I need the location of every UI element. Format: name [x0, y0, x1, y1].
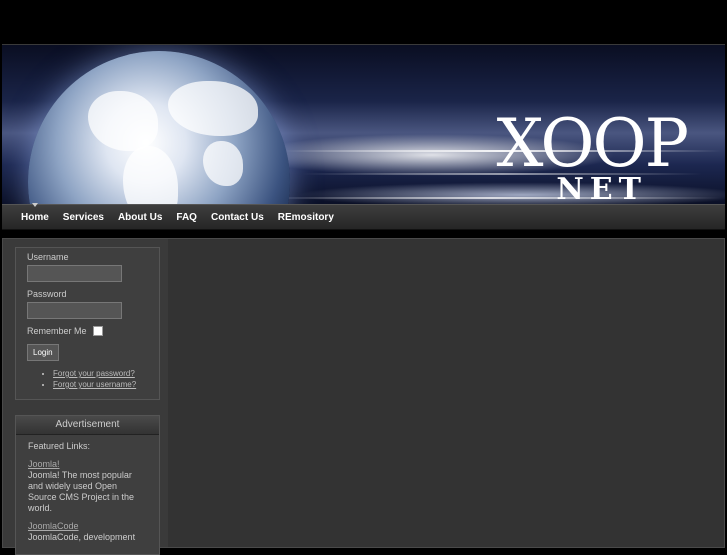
password-label: Password [27, 289, 67, 299]
list-item: Forgot your username? [53, 380, 148, 389]
featured-links-label: Featured Links: [28, 441, 91, 451]
globe-image [28, 51, 290, 205]
continent-shape [203, 141, 243, 186]
nav-item-services[interactable]: Services [56, 212, 111, 223]
username-label: Username [27, 252, 69, 262]
password-input[interactable] [27, 302, 122, 319]
login-module: Username Password Remember Me Login Forg… [15, 247, 160, 400]
site-logo[interactable]: XOOP NET [496, 105, 689, 205]
nav-item-faq[interactable]: FAQ [169, 212, 204, 223]
ad-description: JoomlaCode, development [28, 532, 136, 542]
nav-item-about-us[interactable]: About Us [111, 212, 169, 223]
header-banner: XOOP NET [2, 44, 725, 205]
ad-link-joomlacode[interactable]: JoomlaCode [28, 521, 147, 532]
nav-item-remository[interactable]: REmository [271, 212, 341, 223]
ad-description: Joomla! The most popular and widely used… [28, 470, 135, 513]
nav-item-contact-us[interactable]: Contact Us [204, 212, 271, 223]
remember-me-checkbox[interactable] [92, 326, 103, 336]
ad-link-joomla[interactable]: Joomla! [28, 459, 147, 470]
list-item: Forgot your password? [53, 369, 148, 378]
advertisement-title: Advertisement [16, 416, 159, 435]
forgot-username-link[interactable]: Forgot your username? [53, 380, 136, 389]
remember-me-label: Remember Me [27, 326, 87, 336]
nav-item-home[interactable]: Home [14, 202, 56, 223]
login-button[interactable]: Login [27, 344, 59, 361]
login-links: Forgot your password? Forgot your userna… [27, 369, 148, 389]
advertisement-body: Featured Links: Joomla! Joomla! The most… [16, 435, 159, 549]
main-nav: Home Services About Us FAQ Contact Us RE… [2, 202, 725, 230]
username-input[interactable] [27, 265, 122, 282]
main-content: Username Password Remember Me Login Forg… [2, 238, 725, 555]
continent-shape [168, 81, 258, 136]
logo-main-text: XOOP [496, 105, 689, 182]
forgot-password-link[interactable]: Forgot your password? [53, 369, 135, 378]
remember-me-row: Remember Me [27, 326, 148, 336]
continent-shape [123, 146, 178, 205]
advertisement-module: Advertisement Featured Links: Joomla! Jo… [15, 415, 160, 555]
continent-shape [88, 91, 158, 151]
